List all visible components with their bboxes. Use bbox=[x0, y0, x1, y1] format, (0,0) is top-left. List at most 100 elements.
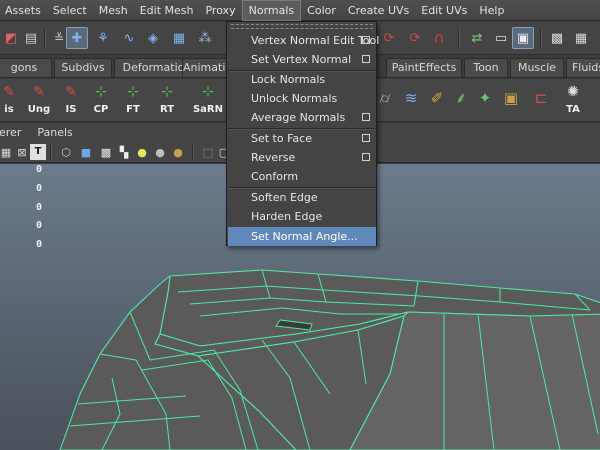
menu-item-set-to-face[interactable]: Set to Face bbox=[228, 129, 376, 148]
text-icon[interactable]: T bbox=[30, 144, 46, 160]
shaded-cube-icon[interactable]: ■ bbox=[78, 144, 94, 160]
menu-item-label: Reverse bbox=[251, 151, 296, 164]
menu-item-unlock-normals[interactable]: Unlock Normals bbox=[228, 89, 376, 108]
menu-item-lock-normals[interactable]: Lock Normals bbox=[228, 70, 376, 89]
wave-deform-icon[interactable]: ≋ bbox=[398, 85, 424, 111]
shelf-tool-ft[interactable]: ⊹ FT bbox=[118, 81, 148, 119]
shelf-tool-sarn[interactable]: ⊹ SaRN bbox=[190, 81, 226, 119]
shelf-tool-label: RT bbox=[159, 104, 175, 115]
render-current-frame-icon[interactable]: ▣ bbox=[512, 27, 534, 49]
menu-item-average-normals[interactable]: Average Normals bbox=[228, 108, 376, 127]
option-box-icon[interactable] bbox=[362, 55, 370, 63]
menu-item-label: Lock Normals bbox=[251, 73, 326, 86]
main-menu-bar: Assets Select Mesh Edit Mesh Proxy Norma… bbox=[0, 0, 600, 21]
toolbar-separator bbox=[192, 143, 194, 159]
leaf-icon[interactable]: ✦ bbox=[472, 85, 498, 111]
film-gate-icon[interactable]: ⊠ bbox=[14, 144, 30, 160]
checker-icon[interactable]: ▚ bbox=[116, 144, 132, 160]
input-operations-icon[interactable]: ⇄ bbox=[466, 27, 488, 49]
shelf-tab-muscle[interactable]: Muscle bbox=[510, 58, 564, 77]
default-light-icon[interactable]: ● bbox=[152, 144, 168, 160]
select-points-icon[interactable]: ✚ bbox=[66, 27, 88, 49]
grass-icon[interactable]: ⸙ bbox=[448, 85, 474, 111]
menu-proxy[interactable]: Proxy bbox=[199, 0, 241, 21]
shelf-tool-is2[interactable]: ✎ IS bbox=[56, 81, 86, 119]
snap-to-view-icon[interactable]: ⟳ bbox=[404, 27, 426, 49]
menu-item-set-vertex-normal[interactable]: Set Vertex Normal bbox=[228, 50, 376, 69]
light-bulb-icon[interactable]: ● bbox=[134, 144, 150, 160]
render-view-icon[interactable]: ▦ bbox=[570, 27, 592, 49]
menu-item-label: Set Vertex Normal bbox=[251, 53, 352, 66]
panel-menu-panels[interactable]: Panels bbox=[29, 126, 80, 139]
shelf-tool-cp[interactable]: ⊹ CP bbox=[86, 81, 116, 119]
menu-edit-uvs[interactable]: Edit UVs bbox=[415, 0, 473, 21]
option-box-icon[interactable] bbox=[362, 113, 370, 121]
menu-edit-mesh[interactable]: Edit Mesh bbox=[134, 0, 200, 21]
axis-icon: ⊹ bbox=[95, 84, 107, 100]
select-dynamics-icon[interactable]: ⁂ bbox=[194, 27, 216, 49]
shadows-icon[interactable]: ● bbox=[170, 144, 186, 160]
paint-brush-icon[interactable]: ✐ bbox=[424, 85, 450, 111]
option-box-icon[interactable] bbox=[362, 36, 370, 44]
render-clapper-icon[interactable]: ▩ bbox=[546, 27, 568, 49]
menu-mesh[interactable]: Mesh bbox=[93, 0, 134, 21]
menu-item-label: Set Normal Angle... bbox=[251, 230, 358, 243]
option-box-icon[interactable] bbox=[362, 153, 370, 161]
select-curve-icon[interactable]: ∿ bbox=[118, 27, 140, 49]
shelf-tab-polygons[interactable]: gons bbox=[0, 58, 52, 77]
menu-item-conform[interactable]: Conform bbox=[228, 167, 376, 186]
ta-tool-icon: ✺ bbox=[567, 84, 579, 100]
wireframe-cube-icon[interactable]: ⬡ bbox=[58, 144, 74, 160]
shelf-tab-subdivs[interactable]: Subdivs bbox=[54, 58, 112, 77]
menu-select[interactable]: Select bbox=[47, 0, 93, 21]
pivot-icon[interactable]: ⊏ bbox=[528, 85, 554, 111]
toolbar-separator bbox=[50, 143, 52, 159]
menu-item-set-normal-angle[interactable]: Set Normal Angle... bbox=[228, 227, 376, 246]
menu-item-reverse[interactable]: Reverse bbox=[228, 148, 376, 167]
grid-icon[interactable]: ▦ bbox=[0, 144, 14, 160]
pencil-icon: ✎ bbox=[3, 84, 15, 100]
menu-item-vertex-normal-edit-tool[interactable]: Vertex Normal Edit Tool bbox=[228, 31, 380, 50]
shelf-tool-ung[interactable]: ✎ Ung bbox=[24, 81, 54, 119]
shelf-tab-fluids[interactable]: Fluids bbox=[566, 58, 600, 77]
snap-to-point-icon[interactable]: ⟳ bbox=[378, 27, 400, 49]
select-surface-icon[interactable]: ◈ bbox=[142, 27, 164, 49]
shelf-tab-toon[interactable]: Toon bbox=[464, 58, 508, 77]
select-deformation-icon[interactable]: ▦ bbox=[168, 27, 190, 49]
pick-mask-icon[interactable]: ▤ bbox=[20, 27, 42, 49]
menu-item-label: Vertex Normal Edit Tool bbox=[251, 34, 380, 47]
shelf-tab-painteffects[interactable]: PaintEffects bbox=[386, 58, 462, 77]
select-by-hierarchy-icon[interactable]: ◩ bbox=[0, 27, 22, 49]
tear-off-handle[interactable] bbox=[231, 24, 373, 29]
panel-menu-renderer[interactable]: erer bbox=[0, 126, 29, 139]
select-parm-icon[interactable]: ⚘ bbox=[92, 27, 114, 49]
option-box-icon[interactable] bbox=[362, 134, 370, 142]
shelf-tool-rt[interactable]: ⊹ RT bbox=[152, 81, 182, 119]
menu-help[interactable]: Help bbox=[473, 0, 510, 21]
normals-dropdown-menu: Vertex Normal Edit Tool Set Vertex Norma… bbox=[226, 21, 380, 246]
menu-color[interactable]: Color bbox=[301, 0, 342, 21]
toolbar-separator bbox=[458, 28, 460, 48]
shelf-tool-label: is bbox=[4, 104, 14, 115]
toolbar-separator bbox=[44, 28, 46, 48]
menu-assets[interactable]: Assets bbox=[0, 0, 47, 21]
menu-item-soften-edge[interactable]: Soften Edge bbox=[228, 188, 376, 207]
construction-history-icon[interactable]: ▭ bbox=[490, 27, 512, 49]
isolate-select-icon[interactable]: ⬚ bbox=[200, 144, 216, 160]
shelf-tool-label: FT bbox=[126, 104, 140, 115]
magnet-icon[interactable]: ∩ bbox=[428, 27, 450, 49]
menu-create-uvs[interactable]: Create UVs bbox=[342, 0, 415, 21]
box-icon[interactable]: ▣ bbox=[498, 85, 524, 111]
pencil-icon: ✎ bbox=[65, 84, 77, 100]
shelf-tab-animation[interactable]: Animatio bbox=[182, 58, 230, 77]
smooth-shaded-icon[interactable]: ▩ bbox=[98, 144, 114, 160]
shelf-tool-label: SaRN bbox=[192, 104, 224, 115]
axis-icon: ⊹ bbox=[202, 84, 214, 100]
axis-icon: ⊹ bbox=[127, 84, 139, 100]
shelf-tool-is[interactable]: ✎ is bbox=[0, 81, 24, 119]
menu-item-harden-edge[interactable]: Harden Edge bbox=[228, 207, 376, 226]
pencil-icon: ✎ bbox=[33, 84, 45, 100]
menu-normals[interactable]: Normals bbox=[241, 0, 302, 21]
shelf-tool-ta[interactable]: ✺ TA bbox=[558, 81, 588, 119]
menu-item-label: Conform bbox=[251, 170, 299, 183]
